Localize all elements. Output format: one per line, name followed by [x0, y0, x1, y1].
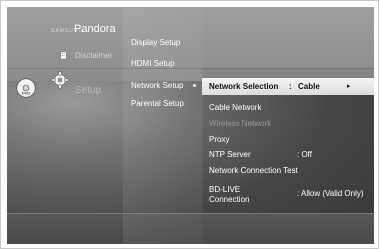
setup-screen: SAMSUNG Pandora Disclaimer DVD Setup Dis… [7, 7, 374, 244]
gear-icon [51, 71, 69, 89]
svg-text:DVD: DVD [22, 91, 31, 96]
menu-item-display-setup[interactable]: Display Setup [131, 38, 180, 47]
disclaimer-menu-item[interactable]: Disclaimer [75, 51, 112, 60]
brand-pandora[interactable]: Pandora [74, 23, 116, 35]
menu-item-network-setup[interactable]: Network Setup [131, 81, 183, 90]
dvd-icon: DVD [16, 78, 36, 98]
menu-item-cable-network[interactable]: Cable Network [209, 103, 261, 112]
ntp-server-value: : Off [297, 150, 312, 159]
menu-item-wireless-network: Wireless Network [209, 119, 272, 128]
menu-item-hdmi-setup[interactable]: HDMI Setup [131, 59, 175, 68]
screenshot-frame: SAMSUNG Pandora Disclaimer DVD Setup Dis… [0, 0, 379, 249]
chevron-right-icon[interactable]: ▸ [347, 82, 351, 90]
setup-label[interactable]: Setup [75, 85, 101, 96]
menu-item-proxy[interactable]: Proxy [209, 135, 229, 144]
bd-live-connection-value: : Allow (Valid Only) [297, 189, 364, 198]
network-selection-label: Network Selection [209, 82, 279, 91]
menu-item-parental-setup[interactable]: Parental Setup [131, 99, 184, 108]
network-selection-value: Cable [298, 82, 320, 91]
network-selection-colon: : [289, 82, 292, 91]
menu-item-ntp-server[interactable]: NTP Server [209, 150, 251, 159]
menu-item-bd-live-connection[interactable]: BD-LIVE [209, 185, 240, 194]
disclaimer-icon [60, 51, 67, 60]
selection-dot [193, 84, 196, 87]
menu-item-bd-live-connection-line2[interactable]: Connection [209, 195, 249, 204]
menu-item-network-connection-test[interactable]: Network Connection Test [209, 166, 298, 175]
